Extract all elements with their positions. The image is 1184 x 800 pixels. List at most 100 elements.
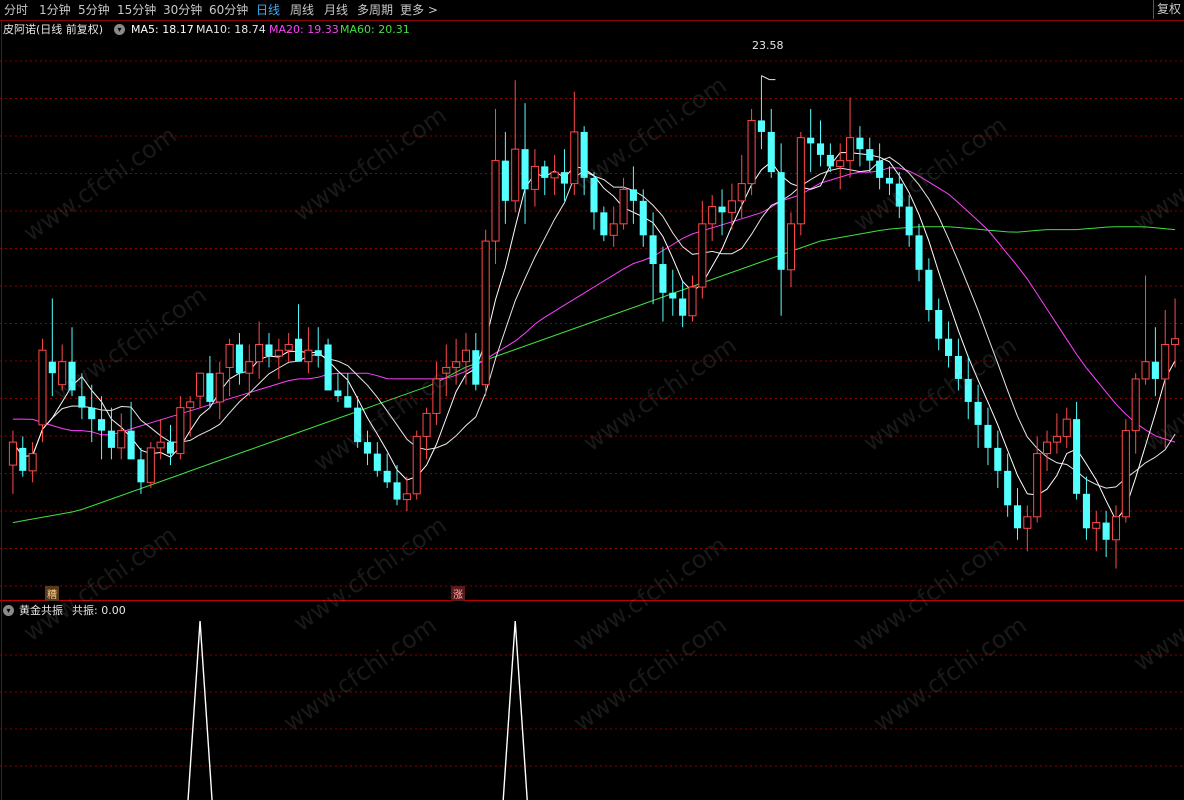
candle: [1052, 413, 1061, 454]
candle-body: [1023, 516, 1032, 529]
candle-body: [530, 165, 539, 190]
candle-body: [698, 223, 707, 288]
resonance-signal: [187, 620, 213, 800]
resonance-signal: [502, 620, 528, 800]
candle: [786, 212, 796, 288]
candle: [1102, 511, 1110, 558]
ma20-value: MA20: 19.33: [269, 23, 339, 36]
candle: [846, 97, 855, 178]
tab-monthly[interactable]: 月线: [324, 0, 348, 20]
candle-body: [1062, 418, 1071, 437]
watermark-text: www.cfchi.com: [848, 110, 1012, 238]
tab-30min[interactable]: 30分钟: [163, 0, 202, 20]
candle: [186, 396, 195, 437]
candle-body: [945, 338, 953, 356]
candle-body: [393, 482, 401, 500]
candle: [146, 442, 155, 489]
tab-5min[interactable]: 5分钟: [78, 0, 110, 20]
candle: [698, 200, 707, 299]
ma60-value: MA60: 20.31: [340, 23, 410, 36]
candle: [994, 430, 1002, 489]
candle: [206, 355, 214, 408]
candle: [344, 373, 352, 408]
candle-body: [846, 137, 855, 162]
candle: [550, 154, 559, 196]
watermark-text: www.cfchi.com: [858, 330, 1022, 458]
candle: [876, 143, 884, 190]
candle: [807, 108, 815, 173]
tab-60min[interactable]: 60分钟: [209, 0, 248, 20]
candle-body: [1102, 522, 1110, 540]
candle-body: [629, 189, 637, 201]
candle-body: [501, 160, 509, 201]
candle-body: [718, 206, 726, 213]
candle-body: [679, 298, 687, 316]
candle: [334, 373, 342, 402]
candle-body: [1042, 441, 1052, 455]
candle: [107, 407, 115, 460]
ma60-line: [12, 226, 1176, 524]
candle: [491, 108, 500, 265]
candle-body: [915, 235, 923, 270]
candle-body: [1033, 453, 1042, 518]
candle: [265, 332, 273, 368]
candle-body: [669, 292, 677, 299]
chevron-down-icon[interactable]: ▾: [3, 605, 14, 616]
candle-body: [727, 200, 736, 213]
candle: [796, 131, 805, 236]
candle: [639, 189, 647, 247]
candle: [609, 206, 618, 247]
stock-title: 皮阿诺(日线 前复权): [3, 23, 104, 36]
candle-body: [521, 149, 529, 190]
candle-body: [412, 435, 421, 495]
candle-body: [383, 470, 391, 483]
tab-more[interactable]: 更多 >: [400, 0, 438, 20]
candle: [541, 160, 549, 196]
candle-body: [402, 493, 411, 501]
restore-rights-button[interactable]: 复权: [1153, 0, 1184, 19]
chevron-down-icon[interactable]: ▾: [114, 24, 125, 35]
candle-body: [1171, 338, 1180, 345]
candle-body: [19, 447, 27, 471]
tab-1min[interactable]: 1分钟: [39, 0, 71, 20]
candle-body: [1082, 493, 1090, 529]
candle: [1141, 275, 1150, 385]
candle-body: [639, 200, 647, 236]
candle: [1131, 373, 1140, 454]
candle: [708, 195, 717, 242]
candle: [422, 407, 431, 460]
candle-body: [225, 343, 234, 368]
candle: [669, 269, 677, 316]
candle-body: [659, 264, 667, 293]
candle-body: [560, 172, 568, 184]
candle-body: [511, 148, 520, 202]
candle-body: [314, 350, 322, 356]
candle-body: [600, 212, 608, 236]
candle: [688, 275, 697, 322]
candle: [737, 154, 746, 219]
tab-daily[interactable]: 日线: [256, 0, 280, 20]
candle-body: [48, 361, 56, 374]
tab-15min[interactable]: 15分钟: [117, 0, 156, 20]
candle: [659, 246, 667, 322]
candle-body: [1073, 419, 1081, 494]
candle: [1171, 298, 1180, 368]
candle: [225, 338, 234, 397]
tab-fenshi[interactable]: 分时: [4, 0, 28, 20]
candle: [619, 177, 628, 230]
candle: [38, 338, 47, 443]
tab-weekly[interactable]: 周线: [290, 0, 314, 20]
candle: [915, 223, 923, 282]
candle-body: [777, 172, 785, 270]
candle: [324, 338, 332, 391]
candle: [866, 137, 874, 173]
candle: [1042, 430, 1052, 471]
candle-body: [876, 160, 884, 178]
candle-body: [461, 349, 471, 363]
candle-body: [8, 441, 17, 466]
candle-body: [905, 206, 913, 236]
candle: [925, 258, 933, 322]
candle-body: [334, 390, 342, 397]
candle: [393, 465, 401, 506]
tab-multi-period[interactable]: 多周期: [357, 0, 393, 20]
